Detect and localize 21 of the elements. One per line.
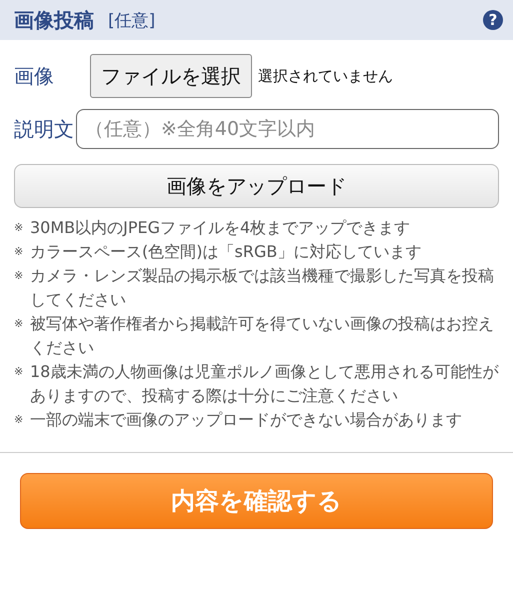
note-text: カラースペース(色空間)は「sRGB」に対応しています <box>30 241 422 263</box>
note-mark: ※ <box>14 220 24 236</box>
note-text: カメラ・レンズ製品の掲示板では該当機種で撮影した写真を投稿してください <box>30 265 495 311</box>
help-icon[interactable]: ? <box>483 10 503 30</box>
choose-file-button[interactable]: ファイルを選択 <box>90 54 252 98</box>
file-status: 選択されていません <box>258 66 393 86</box>
note-text: 被写体や著作権者から掲載許可を得ていない画像の投稿はお控えください <box>30 313 495 359</box>
note-mark: ※ <box>14 412 24 428</box>
description-field[interactable]: （任意）※全角40文字以内 <box>76 109 499 149</box>
note-text: 一部の端末で画像のアップロードができない場合があります <box>30 409 463 431</box>
note-text: 18歳未満の人物画像は児童ポルノ画像として悪用される可能性がありますので、投稿する際は十分にご注意ください <box>30 361 499 407</box>
upload-button[interactable]: 画像をアップロード <box>14 164 499 208</box>
note-mark: ※ <box>14 268 24 284</box>
note-mark: ※ <box>14 316 24 332</box>
note-mark: ※ <box>14 364 24 380</box>
section-title: 画像投稿 <box>14 6 94 34</box>
field-label: 画像 <box>14 62 55 90</box>
field-label: 説明文 <box>14 116 74 142</box>
optional-tag: [任意] <box>108 8 156 32</box>
note-text: 30MB以内のJPEGファイルを4枚までアップできます <box>30 217 412 239</box>
note-mark: ※ <box>14 244 24 260</box>
